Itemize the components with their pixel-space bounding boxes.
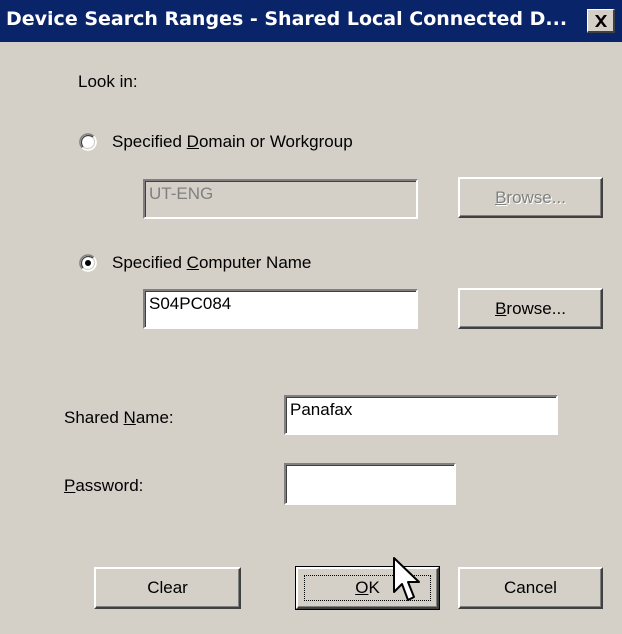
computer-browse-button[interactable]: Browse... bbox=[458, 288, 603, 329]
domain-browse-key: B bbox=[495, 187, 507, 207]
cancel-button[interactable]: Cancel bbox=[458, 567, 603, 609]
shared-name-label-key: N bbox=[123, 408, 136, 427]
ok-label-key: O bbox=[355, 578, 369, 597]
password-field[interactable] bbox=[284, 463, 456, 505]
close-button[interactable] bbox=[587, 9, 615, 33]
password-label-key: P bbox=[64, 476, 76, 495]
password-label-post: assword: bbox=[75, 476, 144, 495]
clear-button[interactable]: Clear bbox=[94, 567, 241, 609]
computer-radio-label[interactable]: Specified Computer Name bbox=[112, 253, 311, 273]
domain-label-post: omain or Workgroup bbox=[198, 132, 353, 151]
computer-label-post: omputer Name bbox=[198, 253, 312, 272]
domain-label-key: D bbox=[186, 132, 199, 151]
shared-name-label-post: ame: bbox=[135, 408, 174, 427]
domain-radio-label[interactable]: Specified Domain or Workgroup bbox=[112, 132, 353, 152]
domain-label-pre: Specified bbox=[112, 132, 187, 151]
password-label: Password: bbox=[64, 476, 143, 496]
computer-name-field[interactable]: S04PC084 bbox=[143, 289, 418, 329]
device-search-ranges-dialog: Device Search Ranges - Shared Local Conn… bbox=[0, 0, 622, 634]
look-in-label: Look in: bbox=[78, 72, 138, 91]
shared-name-label-pre: Shared bbox=[64, 408, 124, 427]
shared-name-field[interactable]: Panafax bbox=[284, 395, 558, 435]
shared-name-label: Shared Name: bbox=[64, 408, 174, 428]
computer-radio[interactable] bbox=[79, 254, 97, 272]
close-icon bbox=[594, 14, 607, 27]
window-title: Device Search Ranges - Shared Local Conn… bbox=[6, 8, 568, 30]
domain-field: UT-ENG bbox=[143, 179, 418, 219]
ok-label-post: K bbox=[368, 578, 380, 597]
computer-label-key: C bbox=[186, 253, 199, 272]
computer-browse-post: rowse... bbox=[506, 298, 566, 318]
title-bar: Device Search Ranges - Shared Local Conn… bbox=[0, 0, 622, 42]
ok-button[interactable]: OK bbox=[295, 566, 440, 610]
domain-browse-post: rowse... bbox=[506, 187, 566, 207]
computer-label-pre: Specified bbox=[112, 253, 187, 272]
domain-radio[interactable] bbox=[79, 133, 97, 151]
domain-browse-button: Browse... bbox=[458, 177, 603, 218]
computer-browse-key: B bbox=[495, 298, 507, 318]
